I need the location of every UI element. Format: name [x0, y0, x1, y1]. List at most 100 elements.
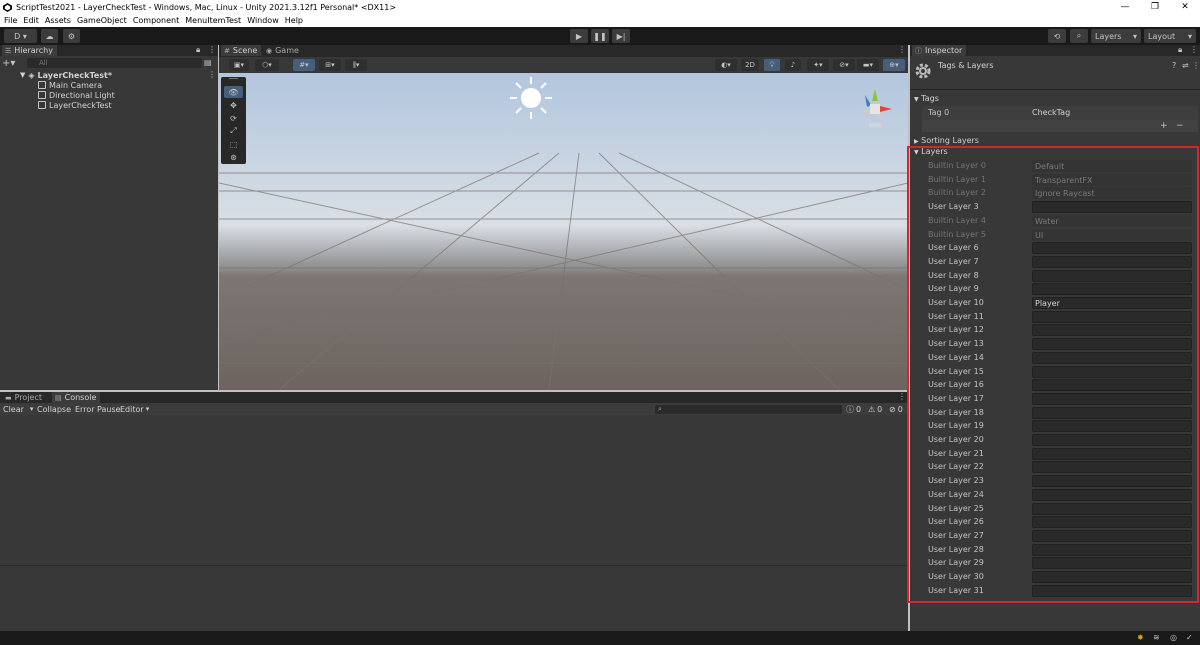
- scene-viewport[interactable]: [219, 73, 908, 390]
- menu-component[interactable]: Component: [130, 16, 182, 25]
- tags-section-header[interactable]: ▼ Tags: [914, 94, 939, 103]
- close-button[interactable]: ✕: [1170, 0, 1200, 14]
- align-button[interactable]: ⫼▾: [345, 59, 367, 71]
- editor-dropdown[interactable]: Editor ▾: [120, 403, 149, 415]
- error-count-toggle[interactable]: ⊘ 0: [889, 403, 903, 415]
- check-icon[interactable]: ✓: [1186, 633, 1193, 642]
- hierarchy-item[interactable]: LayerCheckTest: [38, 100, 112, 110]
- menu-assets[interactable]: Assets: [42, 16, 74, 25]
- menu-edit[interactable]: Edit: [20, 16, 42, 25]
- snap-icon: ⊞▾: [325, 61, 335, 69]
- caret-right-icon: ▶: [914, 138, 919, 145]
- layout-dropdown[interactable]: Layout ▾: [1144, 29, 1196, 43]
- audio-toggle[interactable]: ♪: [785, 59, 801, 71]
- toggle-2d-button[interactable]: 2D: [741, 59, 759, 71]
- minimize-button[interactable]: —: [1110, 0, 1140, 14]
- snap-increment-button[interactable]: ⊞▾: [319, 59, 341, 71]
- draw-mode-button[interactable]: ▣▾: [229, 59, 249, 71]
- rotate-tool-button[interactable]: ⟳: [224, 112, 243, 124]
- step-button[interactable]: ▶|: [612, 29, 630, 43]
- pivot-button[interactable]: ⬡▾: [255, 59, 279, 71]
- log-count-toggle[interactable]: ⓘ 0: [846, 403, 861, 415]
- history-button[interactable]: ⟲: [1048, 29, 1066, 43]
- clear-button[interactable]: Clear ▾: [3, 403, 33, 415]
- menu-file[interactable]: File: [0, 16, 20, 25]
- console-panel: ▬ Project ▤ Console ⋮: [0, 392, 908, 631]
- transform-tool-button[interactable]: ⊛: [224, 151, 243, 163]
- rect-tool-button[interactable]: ⬚: [224, 138, 243, 150]
- menu-window[interactable]: Window: [244, 16, 282, 25]
- orientation-gizmo-icon[interactable]: [855, 87, 895, 129]
- tag-row-label: Tag 0: [928, 108, 950, 117]
- move-tool-button[interactable]: ✥: [224, 99, 243, 111]
- lock-icon[interactable]: 🔒︎: [196, 45, 200, 55]
- hierarchy-search-input[interactable]: All: [27, 58, 202, 68]
- menu-help[interactable]: Help: [282, 16, 306, 25]
- compass-icon[interactable]: ◎: [1170, 633, 1177, 642]
- gamepad-icon: ◉: [266, 46, 273, 55]
- lighting-toggle[interactable]: 💡︎: [764, 59, 780, 71]
- tag-row-value[interactable]: CheckTag: [1032, 108, 1070, 117]
- warning-count-toggle[interactable]: ⚠ 0: [868, 403, 882, 415]
- add-tag-button[interactable]: +: [1160, 121, 1168, 131]
- tab-console[interactable]: ▤ Console: [52, 392, 101, 403]
- filter-icon[interactable]: ▤: [204, 58, 212, 67]
- kebab-menu-icon[interactable]: ⋮: [898, 45, 906, 54]
- stack-icon[interactable]: ≋: [1153, 633, 1160, 642]
- maximize-button[interactable]: ❐: [1140, 0, 1170, 14]
- kebab-menu-icon[interactable]: ⋮: [898, 392, 906, 401]
- grid-snap-button[interactable]: #▾: [293, 59, 315, 71]
- menu-menuitemtest[interactable]: MenuItemTest: [182, 16, 244, 25]
- tab-scene[interactable]: # Scene: [221, 45, 262, 56]
- sorting-layers-section-header[interactable]: ▶ Sorting Layers: [914, 136, 979, 145]
- error-pause-button[interactable]: Error Pause: [75, 403, 121, 415]
- camera-button[interactable]: ▬▾: [857, 59, 879, 71]
- menu-gameobject[interactable]: GameObject: [74, 16, 130, 25]
- lock-icon[interactable]: 🔒︎: [1178, 45, 1182, 55]
- console-search-input[interactable]: ⌕: [655, 405, 842, 414]
- view-tool-button[interactable]: 👁︎: [224, 86, 243, 98]
- hierarchy-scene-row[interactable]: ▼ ◈ LayerCheckTest*: [20, 70, 112, 80]
- layers-dropdown[interactable]: Layers ▾: [1091, 29, 1141, 43]
- effects-button[interactable]: ✦▾: [807, 59, 829, 71]
- scale-tool-button[interactable]: ⤢: [224, 125, 243, 137]
- kebab-menu-icon[interactable]: ⋮: [1190, 45, 1198, 54]
- scene-tool-strip: 👁︎ ✥ ⟳ ⤢ ⬚ ⊛: [221, 77, 246, 164]
- draw-mode-icon: ▣▾: [233, 61, 245, 69]
- pause-button[interactable]: ❚❚: [591, 29, 609, 43]
- chevron-down-icon: ▾: [29, 405, 34, 413]
- tab-hierarchy[interactable]: ☰ Hierarchy: [2, 45, 57, 56]
- drag-handle[interactable]: [229, 78, 238, 79]
- hierarchy-item-label: Directional Light: [49, 90, 115, 100]
- error-pause-label: Error Pause: [75, 404, 121, 414]
- cloud-button[interactable]: ☁: [41, 29, 58, 43]
- collapse-button[interactable]: Collapse: [37, 403, 71, 415]
- preset-icon[interactable]: ⇌: [1182, 61, 1189, 70]
- add-button[interactable]: +▾: [2, 58, 15, 69]
- search-button[interactable]: ⌕: [1070, 29, 1088, 43]
- account-dropdown[interactable]: D ▾: [4, 29, 37, 43]
- tag-row[interactable]: Tag 0 CheckTag: [922, 106, 1198, 120]
- warning-count: 0: [877, 404, 883, 414]
- help-icon[interactable]: ?: [1172, 61, 1176, 70]
- remove-tag-button[interactable]: −: [1176, 121, 1184, 131]
- lighting-progress-icon[interactable]: ✸: [1137, 633, 1144, 642]
- console-tab-label: Console: [64, 393, 97, 402]
- shading-mode-button[interactable]: ◐▾: [715, 59, 737, 71]
- scene-kebab-icon[interactable]: ⋮: [208, 70, 216, 79]
- hierarchy-item[interactable]: Directional Light: [38, 90, 115, 100]
- tab-inspector[interactable]: ⓘ Inspector: [912, 45, 967, 56]
- play-button[interactable]: ▶: [570, 29, 588, 43]
- tab-game[interactable]: ◉ Game: [263, 45, 303, 56]
- hierarchy-tabbar: ☰ Hierarchy 🔒︎ ⋮: [0, 45, 218, 56]
- kebab-menu-icon[interactable]: ⋮: [1192, 61, 1200, 70]
- audio-icon: ♪: [790, 61, 796, 69]
- info-icon: ⓘ: [846, 404, 854, 414]
- error-count: 0: [897, 404, 903, 414]
- collab-button[interactable]: ⚙: [63, 29, 80, 43]
- gizmos-button[interactable]: ⊕▾: [883, 59, 905, 71]
- hierarchy-item[interactable]: Main Camera: [38, 80, 102, 90]
- visibility-button[interactable]: ⊘▾: [833, 59, 855, 71]
- tab-project[interactable]: ▬ Project: [2, 392, 46, 403]
- kebab-menu-icon[interactable]: ⋮: [208, 45, 216, 54]
